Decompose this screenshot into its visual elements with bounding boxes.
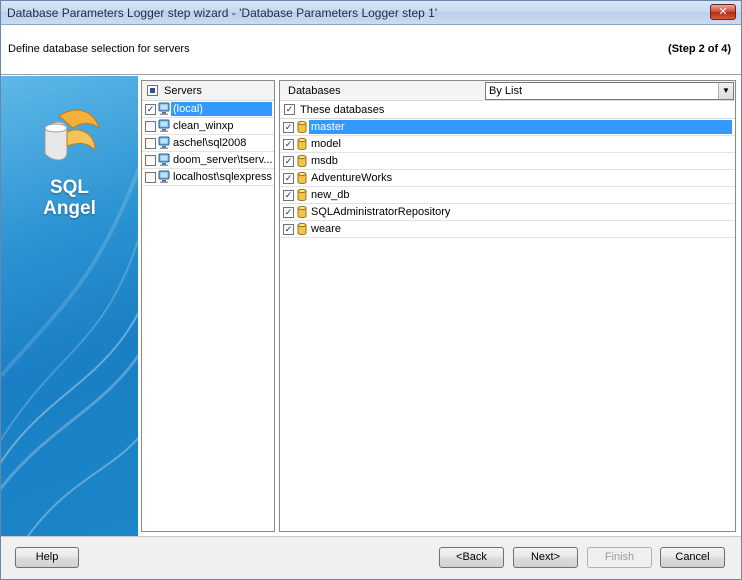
wizard-header: Define database selection for servers (S… (1, 25, 741, 75)
logo-text-sql: SQL (49, 177, 90, 198)
row-checkbox[interactable]: ✓ (283, 173, 294, 184)
row-checkbox[interactable] (145, 172, 156, 183)
database-row[interactable]: ✓ weare (280, 221, 735, 238)
server-icon (157, 170, 171, 184)
database-icon (295, 137, 309, 151)
server-row[interactable]: ✓ (local) (142, 101, 274, 118)
database-selection-mode-dropdown[interactable]: By List ▼ (485, 82, 734, 100)
database-icon (295, 205, 309, 219)
next-button[interactable]: Next> (513, 547, 578, 568)
step-description: Define database selection for servers (8, 43, 190, 55)
step-indicator: (Step 2 of 4) (668, 43, 731, 55)
row-label: weare (311, 223, 341, 235)
servers-header: Servers (142, 81, 274, 101)
database-icon (295, 188, 309, 202)
row-checkbox[interactable] (145, 155, 156, 166)
row-checkbox[interactable]: ✓ (283, 139, 294, 150)
databases-panel: Databases By List ▼ ✓ These databases ✓ m… (279, 80, 736, 532)
server-icon (157, 102, 171, 116)
chevron-down-icon[interactable]: ▼ (718, 83, 733, 99)
row-label: new_db (311, 189, 350, 201)
server-icon (157, 153, 171, 167)
dropdown-value: By List (489, 85, 523, 97)
server-icon (157, 136, 171, 150)
database-row[interactable]: ✓ AdventureWorks (280, 170, 735, 187)
finish-button[interactable]: Finish (587, 547, 652, 568)
server-icon (157, 119, 171, 133)
row-label: clean_winxp (173, 120, 234, 132)
row-label: doom_server\tserv... (173, 154, 273, 166)
databases-header: Databases By List ▼ (280, 81, 735, 101)
row-label: aschel\sql2008 (173, 137, 247, 149)
database-row[interactable]: ✓ master (280, 119, 735, 136)
row-checkbox[interactable]: ✓ (145, 104, 156, 115)
title-bar: Database Parameters Logger step wizard -… (0, 0, 742, 25)
servers-select-all-checkbox[interactable] (147, 85, 158, 96)
row-checkbox[interactable] (145, 121, 156, 132)
server-row[interactable]: clean_winxp (142, 118, 274, 135)
row-label: localhost\sqlexpress (173, 171, 273, 183)
database-row[interactable]: ✓ msdb (280, 153, 735, 170)
servers-header-label: Servers (164, 85, 202, 97)
row-checkbox[interactable]: ✓ (283, 190, 294, 201)
row-label: model (311, 138, 341, 150)
these-databases-row[interactable]: ✓ These databases (280, 101, 735, 119)
cancel-button[interactable]: Cancel (660, 547, 725, 568)
banner-swirl-graphic (1, 109, 138, 536)
sql-angel-banner: SQL Angel (1, 76, 138, 536)
row-checkbox[interactable]: ✓ (283, 122, 294, 133)
row-label: master (309, 120, 732, 134)
help-button[interactable]: Help (15, 547, 79, 568)
sql-angel-logo-icon (44, 109, 100, 161)
database-icon (295, 154, 309, 168)
server-list: ✓ (local) clean_winxp aschel\sql2008 doom_se… (142, 101, 274, 186)
back-button[interactable]: <Back (439, 547, 504, 568)
database-row[interactable]: ✓ new_db (280, 187, 735, 204)
database-icon (295, 171, 309, 185)
these-databases-label: These databases (300, 104, 385, 116)
these-databases-checkbox[interactable]: ✓ (284, 104, 295, 115)
databases-header-label: Databases (288, 85, 341, 97)
window-title: Database Parameters Logger step wizard -… (7, 6, 438, 20)
row-label: (local) (171, 102, 272, 116)
logo-text-angel: Angel (43, 198, 96, 219)
database-icon (295, 120, 309, 134)
database-icon (295, 222, 309, 236)
server-row[interactable]: doom_server\tserv... (142, 152, 274, 169)
database-row[interactable]: ✓ SQLAdministratorRepository (280, 204, 735, 221)
row-label: SQLAdministratorRepository (311, 206, 451, 218)
row-checkbox[interactable] (145, 138, 156, 149)
close-button[interactable]: ✕ (710, 4, 736, 20)
server-row[interactable]: aschel\sql2008 (142, 135, 274, 152)
row-checkbox[interactable]: ✓ (283, 156, 294, 167)
row-checkbox[interactable]: ✓ (283, 224, 294, 235)
wizard-footer: Help <Back Next> Finish Cancel (1, 536, 741, 579)
servers-panel: Servers ✓ (local) clean_winxp aschel\sql200… (141, 80, 275, 532)
row-checkbox[interactable]: ✓ (283, 207, 294, 218)
row-label: msdb (311, 155, 338, 167)
database-row[interactable]: ✓ model (280, 136, 735, 153)
database-list: ✓ master ✓ model ✓ msdb ✓ AdventureWorks ✓ new_db… (280, 119, 735, 238)
server-row[interactable]: localhost\sqlexpress (142, 169, 274, 186)
row-label: AdventureWorks (311, 172, 393, 184)
